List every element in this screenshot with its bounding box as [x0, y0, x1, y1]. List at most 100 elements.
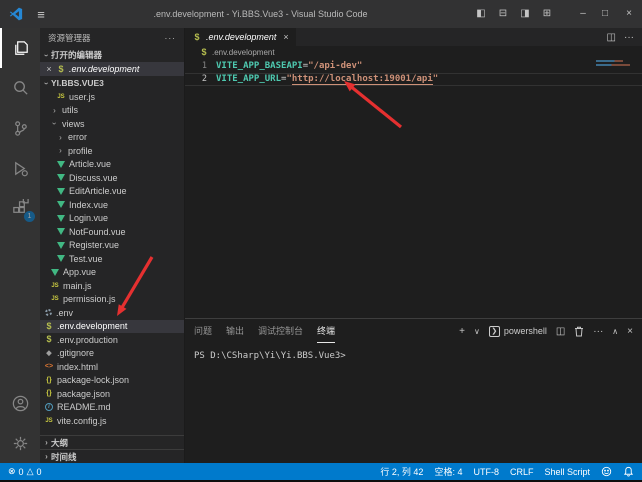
tree-item-Test.vue[interactable]: Test.vue [40, 252, 184, 266]
errors-icon: ⊗ [8, 466, 16, 477]
vue-file-icon [57, 255, 65, 262]
panel-tab-输出[interactable]: 输出 [226, 319, 244, 343]
indentation-status[interactable]: 空格: 4 [434, 465, 462, 478]
close-window-button[interactable]: × [616, 0, 642, 28]
tree-item-Discuss.vue[interactable]: Discuss.vue [40, 171, 184, 185]
chevron-right-icon: › [56, 133, 65, 142]
maximize-panel-icon[interactable]: ∧ [612, 327, 618, 336]
run-debug-icon[interactable] [0, 148, 40, 188]
chevron-down-icon: › [42, 79, 51, 88]
minimap[interactable] [596, 60, 630, 66]
tree-item-label: .gitignore [57, 348, 94, 358]
split-terminal-icon[interactable]: ◫ [556, 326, 565, 337]
eol-status[interactable]: CRLF [510, 467, 534, 477]
tree-item-App.vue[interactable]: App.vue [40, 266, 184, 280]
warnings-count: 0 [36, 467, 41, 477]
menu-icon[interactable]: ≡ [31, 7, 51, 22]
tree-item-views[interactable]: ›views [40, 117, 184, 131]
search-icon[interactable] [0, 68, 40, 108]
tree-item-EditArticle.vue[interactable]: EditArticle.vue [40, 185, 184, 199]
tree-item-Index.vue[interactable]: Index.vue [40, 198, 184, 212]
tree-item-Article.vue[interactable]: Article.vue [40, 158, 184, 172]
chevron-right-icon: › [50, 106, 59, 115]
vue-file-icon [57, 161, 65, 168]
panel-tab-问题[interactable]: 问题 [194, 319, 212, 343]
close-panel-icon[interactable]: × [627, 326, 633, 337]
terminal-output[interactable]: PS D:\CSharp\Yi\Yi.BBS.Vue3> [185, 343, 642, 463]
tree-item-main.js[interactable]: JSmain.js [40, 279, 184, 293]
vue-file-icon [57, 215, 65, 222]
tree-item-.env.production[interactable]: $.env.production [40, 333, 184, 347]
customize-layout-icon[interactable]: ⊞ [536, 0, 558, 28]
tree-item-label: package.json [57, 389, 110, 399]
sidebar-more-actions-icon[interactable]: ··· [165, 33, 177, 43]
tree-item-user.js[interactable]: JSuser.js [40, 90, 184, 104]
toggle-sidebar-icon[interactable]: ◧ [470, 0, 492, 28]
activity-bar: 1 [0, 28, 40, 463]
code-editor[interactable]: 1VITE_APP_BASEAPI="/api-dev"2VITE_APP_UR… [185, 58, 642, 318]
terminal-profile[interactable]: ❯ powershell [489, 326, 547, 337]
minimize-button[interactable]: – [572, 0, 594, 28]
problems-status[interactable]: ⊗ 0 △ 0 [8, 466, 42, 477]
tree-item-Login.vue[interactable]: Login.vue [40, 212, 184, 226]
toggle-secondary-sidebar-icon[interactable]: ◨ [514, 0, 536, 28]
notifications-bell-icon[interactable] [623, 466, 634, 477]
tree-item-profile[interactable]: ›profile [40, 144, 184, 158]
tab-bar: $ .env.development × ◫ ··· [185, 28, 642, 46]
tree-item-.gitignore[interactable]: ◆.gitignore [40, 347, 184, 361]
vscode-window: ≡ .env.development - Yi.BBS.Vue3 - Visua… [0, 0, 642, 482]
window-controls: ◧ ⊟ ◨ ⊞ – □ × [470, 0, 642, 28]
source-control-icon[interactable] [0, 108, 40, 148]
close-tab-icon[interactable]: × [283, 32, 288, 42]
editor-more-actions-icon[interactable]: ··· [624, 32, 634, 43]
kill-terminal-icon[interactable] [574, 326, 584, 337]
tree-item-vite.config.js[interactable]: JSvite.config.js [40, 414, 184, 428]
js-file-icon: JS [50, 296, 60, 302]
tree-item-.env[interactable]: .env [40, 306, 184, 320]
panel-tab-终端[interactable]: 终端 [317, 319, 335, 343]
tree-item-label: views [62, 119, 85, 129]
settings-gear-icon[interactable] [0, 423, 40, 463]
tree-item-.env.development[interactable]: $.env.development [40, 320, 184, 334]
code-line-1[interactable]: 1VITE_APP_BASEAPI="/api-dev" [185, 59, 642, 73]
new-terminal-icon[interactable]: + [459, 326, 465, 337]
window-title: .env.development - Yi.BBS.Vue3 - Visual … [51, 9, 470, 19]
split-editor-icon[interactable]: ◫ [607, 32, 616, 43]
tree-item-NotFound.vue[interactable]: NotFound.vue [40, 225, 184, 239]
explorer-icon[interactable] [0, 28, 40, 68]
terminal-dropdown-icon[interactable]: ∨ [474, 327, 480, 336]
status-bar: ⊗ 0 △ 0 行 2, 列 42 空格: 4 UTF-8 CRLF Shell… [0, 463, 642, 480]
chevron-right-icon: › [42, 438, 51, 447]
panel-tab-调试控制台[interactable]: 调试控制台 [258, 319, 303, 343]
project-root-folder[interactable]: › YI.BBS.VUE3 [40, 76, 184, 90]
tree-item-utils[interactable]: ›utils [40, 104, 184, 118]
account-icon[interactable] [0, 383, 40, 423]
tree-item-permission.js[interactable]: JSpermission.js [40, 293, 184, 307]
language-mode[interactable]: Shell Script [544, 467, 590, 477]
tree-item-package-lock.json[interactable]: {}package-lock.json [40, 374, 184, 388]
tree-item-README.md[interactable]: iREADME.md [40, 401, 184, 415]
timeline-section[interactable]: › 时间线 [40, 449, 184, 463]
js-file-icon: JS [56, 94, 66, 100]
maximize-button[interactable]: □ [594, 0, 616, 28]
file-tree: JSuser.js›utils›views›error›profileArtic… [40, 90, 184, 435]
panel-more-actions-icon[interactable]: ··· [593, 326, 603, 337]
tree-item-package.json[interactable]: {}package.json [40, 387, 184, 401]
close-editor-icon[interactable]: × [44, 64, 54, 74]
outline-section[interactable]: › 大纲 [40, 435, 184, 449]
cursor-position[interactable]: 行 2, 列 42 [380, 465, 423, 478]
open-editors-section[interactable]: › 打开的编辑器 [40, 48, 184, 62]
encoding-status[interactable]: UTF-8 [473, 467, 499, 477]
code-line-2[interactable]: 2VITE_APP_URL="http://localhost:19001/ap… [185, 73, 642, 87]
tree-item-error[interactable]: ›error [40, 131, 184, 145]
feedback-smiley-icon[interactable] [601, 466, 612, 477]
toggle-panel-icon[interactable]: ⊟ [492, 0, 514, 28]
open-editor-item[interactable]: × $ .env.development [40, 62, 184, 76]
breadcrumb[interactable]: $ .env.development [185, 46, 642, 58]
tab-env-development[interactable]: $ .env.development × [185, 28, 296, 46]
panel-actions: + ∨ ❯ powershell ◫ ··· ∧ × [459, 326, 633, 337]
extensions-icon[interactable]: 1 [0, 188, 40, 228]
git-file-icon: ◆ [44, 350, 54, 357]
tree-item-index.html[interactable]: <>index.html [40, 360, 184, 374]
tree-item-Register.vue[interactable]: Register.vue [40, 239, 184, 253]
